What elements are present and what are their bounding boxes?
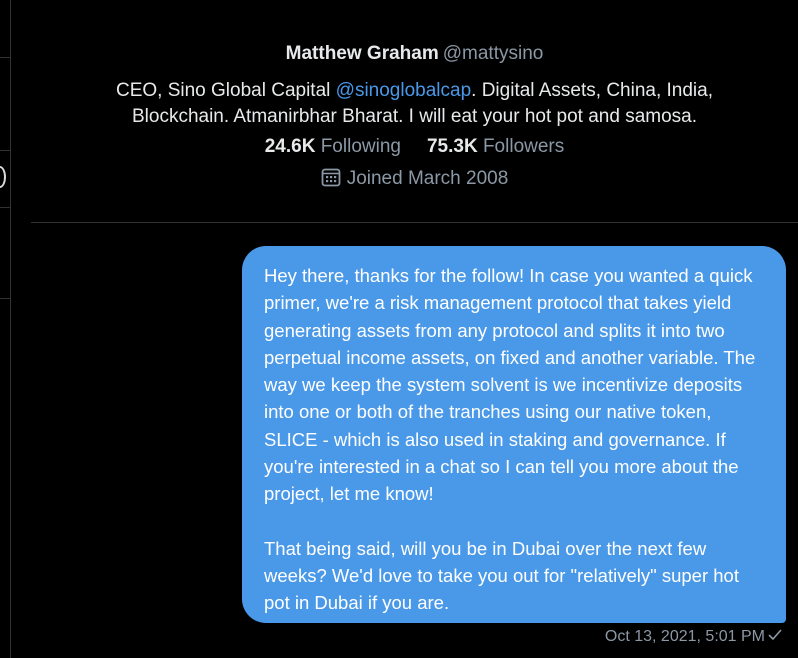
followers-count: 75.3K — [426, 136, 478, 157]
followers-stat[interactable]: 75.3K Followers — [427, 136, 564, 157]
message-paragraph: Hey there, thanks for the follow! In cas… — [264, 265, 756, 505]
profile-handle[interactable]: @mattysino — [443, 43, 544, 64]
calendar-icon — [321, 167, 341, 195]
joined-date: Joined March 2008 — [31, 166, 798, 195]
checkmark-icon — [768, 626, 782, 648]
bio-mention-link[interactable]: @sinoglobalcap — [336, 80, 472, 101]
sidebar-divider — [0, 298, 11, 299]
bio-text: CEO, Sino Global Capital — [115, 80, 336, 101]
following-count: 24.6K — [264, 136, 316, 157]
joined-label: Joined March 2008 — [346, 168, 509, 189]
message-meta: Oct 13, 2021, 5:01 PM — [605, 626, 782, 648]
following-stat[interactable]: 24.6K Following — [265, 136, 401, 157]
following-label: Following — [320, 136, 401, 157]
profile-name-line: Matthew Graham @mattysino — [31, 42, 798, 66]
message-timestamp: Oct 13, 2021, 5:01 PM — [604, 628, 765, 645]
profile-stats: 24.6K Following 75.3K Followers — [31, 134, 798, 160]
message-bubble[interactable]: Hey there, thanks for the follow! In cas… — [242, 246, 786, 623]
profile-display-name[interactable]: Matthew Graham — [286, 43, 439, 64]
conversation-profile-header: Matthew Graham @mattysino CEO, Sino Globa… — [31, 42, 798, 195]
profile-bio: CEO, Sino Global Capital @sinoglobalcap.… — [85, 78, 745, 130]
followers-label: Followers — [482, 136, 565, 157]
message-paragraph: That being said, will you be in Dubai ov… — [264, 537, 739, 614]
sidebar-partial-icon[interactable] — [0, 166, 6, 188]
sidebar-divider — [0, 207, 11, 208]
header-divider — [31, 222, 798, 223]
sidebar-divider — [0, 150, 11, 151]
left-sidebar-edge — [0, 0, 11, 658]
sidebar-divider — [0, 57, 11, 58]
